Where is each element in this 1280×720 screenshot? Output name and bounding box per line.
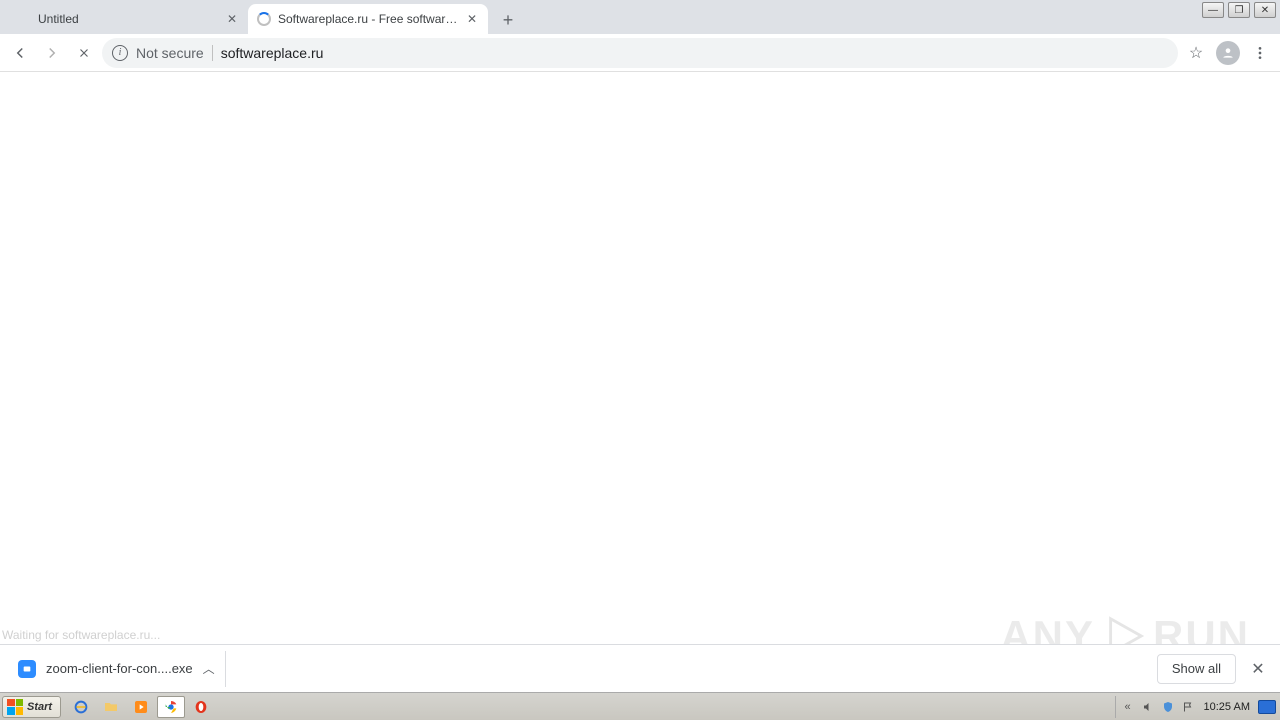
forward-button[interactable]	[38, 39, 66, 67]
opera-icon[interactable]	[187, 696, 215, 718]
status-bar-text: Waiting for softwareplace.ru...	[2, 628, 160, 642]
url-text: softwareplace.ru	[221, 45, 324, 61]
taskbar-clock[interactable]: 10:25 AM	[1200, 701, 1254, 713]
explorer-icon[interactable]	[97, 696, 125, 718]
stop-reload-button[interactable]	[70, 39, 98, 67]
close-tab-icon[interactable]: ✕	[464, 11, 480, 27]
browser-toolbar: i Not secure softwareplace.ru ☆	[0, 34, 1280, 72]
shield-icon[interactable]	[1160, 699, 1176, 715]
tab-title: Softwareplace.ru - Free software ca	[278, 12, 464, 26]
monitor-icon[interactable]	[1258, 700, 1276, 714]
new-tab-button[interactable]: +	[494, 6, 522, 34]
tab-favicon-blank	[16, 11, 32, 27]
profile-avatar[interactable]	[1214, 39, 1242, 67]
security-status: Not secure	[136, 45, 204, 61]
media-player-icon[interactable]	[127, 696, 155, 718]
browser-menu-icon[interactable]	[1246, 39, 1274, 67]
tab-strip: Untitled ✕ Softwareplace.ru - Free softw…	[0, 0, 1280, 34]
window-controls: — ❐ ✕	[1202, 2, 1276, 18]
show-all-label: Show all	[1172, 661, 1221, 676]
chevron-up-icon[interactable]: ︿	[203, 660, 215, 677]
volume-icon[interactable]	[1140, 699, 1156, 715]
windows-logo-icon	[7, 699, 23, 715]
taskbar: Start « 10:25 AM	[0, 692, 1280, 720]
browser-tab-1[interactable]: Untitled ✕	[8, 4, 248, 34]
flag-icon[interactable]	[1180, 699, 1196, 715]
browser-tab-2[interactable]: Softwareplace.ru - Free software ca ✕	[248, 4, 488, 34]
omnibox-divider	[212, 45, 213, 61]
page-content: Waiting for softwareplace.ru...	[0, 72, 1280, 644]
close-download-shelf-icon[interactable]: ✕	[1244, 655, 1272, 683]
back-button[interactable]	[6, 39, 34, 67]
start-button[interactable]: Start	[2, 696, 61, 718]
site-info-icon[interactable]: i	[112, 45, 128, 61]
maximize-button[interactable]: ❐	[1228, 2, 1250, 18]
ie-icon[interactable]	[67, 696, 95, 718]
address-bar[interactable]: i Not secure softwareplace.ru	[102, 38, 1178, 68]
close-tab-icon[interactable]: ✕	[224, 11, 240, 27]
minimize-button[interactable]: —	[1202, 2, 1224, 18]
download-filename: zoom-client-for-con....exe	[46, 661, 193, 676]
quick-launch	[67, 696, 215, 718]
system-tray: « 10:25 AM	[1115, 696, 1280, 718]
file-icon	[18, 660, 36, 678]
expand-tray-icon[interactable]: «	[1120, 699, 1136, 715]
window-close-button[interactable]: ✕	[1254, 2, 1276, 18]
download-item[interactable]: zoom-client-for-con....exe ︿	[8, 651, 226, 687]
start-label: Start	[27, 701, 52, 713]
tab-title: Untitled	[38, 12, 224, 26]
download-shelf: zoom-client-for-con....exe ︿ Show all ✕	[0, 644, 1280, 692]
show-all-downloads-button[interactable]: Show all	[1157, 654, 1236, 684]
chrome-icon[interactable]	[157, 696, 185, 718]
loading-spinner-icon	[256, 11, 272, 27]
bookmark-star-icon[interactable]: ☆	[1182, 39, 1210, 67]
